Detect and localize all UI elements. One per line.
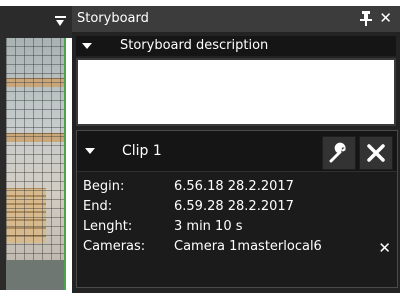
delete-clip-button[interactable]	[359, 136, 393, 170]
menu-down-icon[interactable]	[55, 16, 66, 26]
description-header-label: Storyboard description	[120, 38, 269, 53]
wrench-icon	[329, 142, 346, 163]
length-label: Lenght:	[83, 219, 133, 234]
cameras-label: Cameras:	[83, 239, 146, 254]
camera-video-view[interactable]	[6, 38, 66, 290]
pin-icon[interactable]	[360, 11, 372, 27]
length-value: 3 min 10 s	[174, 219, 243, 234]
app-window: Storyboard ✕ Storyboard description Clip…	[0, 0, 401, 293]
clip-card: Clip 1 Begin: 6.56.18 28.2.2017 End: 6.5…	[76, 130, 398, 288]
panel-title: Storyboard	[77, 11, 149, 26]
cameras-value: Camera 1masterlocal6	[174, 239, 322, 254]
panel-titlebar: Storyboard ✕	[72, 6, 400, 32]
description-section-header[interactable]: Storyboard description	[76, 36, 396, 56]
begin-value: 6.56.18 28.2.2017	[174, 179, 294, 194]
collapse-arrow-icon[interactable]	[82, 43, 92, 49]
edit-clip-button[interactable]	[322, 136, 356, 170]
clip-title: Clip 1	[122, 143, 162, 159]
remove-camera-icon[interactable]: ✕	[378, 239, 391, 257]
end-label: End:	[83, 199, 113, 214]
video-toolbar	[0, 6, 72, 38]
storyboard-panel: Storyboard ✕ Storyboard description Clip…	[72, 6, 400, 293]
close-icon[interactable]: ✕	[379, 10, 392, 26]
collapse-arrow-icon[interactable]	[85, 148, 95, 154]
close-icon	[367, 144, 385, 162]
description-textarea[interactable]	[76, 58, 396, 126]
begin-label: Begin:	[83, 179, 125, 194]
clip-header[interactable]: Clip 1	[77, 131, 397, 172]
end-value: 6.59.28 28.2.2017	[174, 199, 294, 214]
